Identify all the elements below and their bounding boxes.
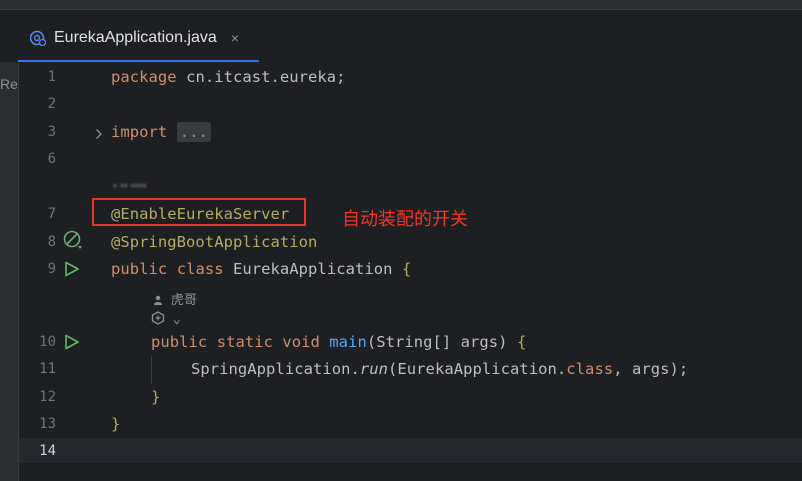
code-line-3: import ... xyxy=(111,122,211,142)
left-strip-label[interactable]: Re xyxy=(0,76,18,92)
code-line-13: } xyxy=(111,415,121,433)
line-number: 11 xyxy=(39,361,56,377)
editor-tab-bar: EurekaApplication.java × xyxy=(18,10,802,63)
author-name: 虎哥 xyxy=(170,293,197,308)
window-top-bar xyxy=(0,0,802,10)
line-number: 3 xyxy=(47,124,56,140)
line-number: 12 xyxy=(39,389,56,405)
line-number: 10 xyxy=(39,334,56,350)
line-number: 6 xyxy=(47,151,56,167)
tab-eureka-application[interactable]: EurekaApplication.java × xyxy=(30,24,239,52)
line-number-gutter: 1 2 3 6 7 8 9 10 11 12 13 14 xyxy=(19,62,105,481)
ai-assistant-inlay[interactable]: ⌄ xyxy=(151,311,181,327)
code-line-11: SpringApplication.run(EurekaApplication.… xyxy=(191,360,689,378)
line-number: 2 xyxy=(47,96,56,112)
fold-chevron-right-icon[interactable] xyxy=(95,125,103,144)
close-icon[interactable]: × xyxy=(231,30,239,46)
run-icon[interactable] xyxy=(64,261,80,281)
line-number: 13 xyxy=(39,416,56,432)
spring-bean-icon[interactable] xyxy=(63,230,85,256)
line-number: 9 xyxy=(47,261,56,277)
line-number: 8 xyxy=(47,234,56,250)
indent-guide xyxy=(151,356,152,384)
left-tool-strip: Re xyxy=(0,62,19,481)
chevron-down-icon: ⌄ xyxy=(172,312,181,327)
code-line-1: package cn.itcast.eureka; xyxy=(111,68,346,86)
ai-assistant-icon xyxy=(151,311,165,325)
blurred-usage-hint: ▪ ▪▪ ▪▪▪▪ xyxy=(113,180,147,192)
folded-imports[interactable]: ... xyxy=(176,122,211,142)
code-editor[interactable]: package cn.itcast.eureka; import ... @En… xyxy=(105,62,802,481)
code-line-9: public class EurekaApplication { xyxy=(111,260,412,278)
line-number: 1 xyxy=(47,69,56,85)
line-number: 14 xyxy=(39,443,56,459)
code-line-12: } xyxy=(151,388,161,406)
java-class-icon xyxy=(30,30,46,46)
author-inlay-hint[interactable]: 虎哥 xyxy=(153,289,197,308)
code-line-8: @SpringBootApplication xyxy=(111,233,318,251)
annotation-note: 自动装配的开关 xyxy=(342,209,468,229)
current-line-highlight xyxy=(105,438,802,463)
annotation-highlight-box xyxy=(92,198,306,226)
line-number: 7 xyxy=(47,206,56,222)
code-line-10: public static void main(String[] args) { xyxy=(151,333,527,351)
person-icon xyxy=(154,295,162,305)
run-icon[interactable] xyxy=(64,334,80,354)
tab-label: EurekaApplication.java xyxy=(54,29,217,46)
